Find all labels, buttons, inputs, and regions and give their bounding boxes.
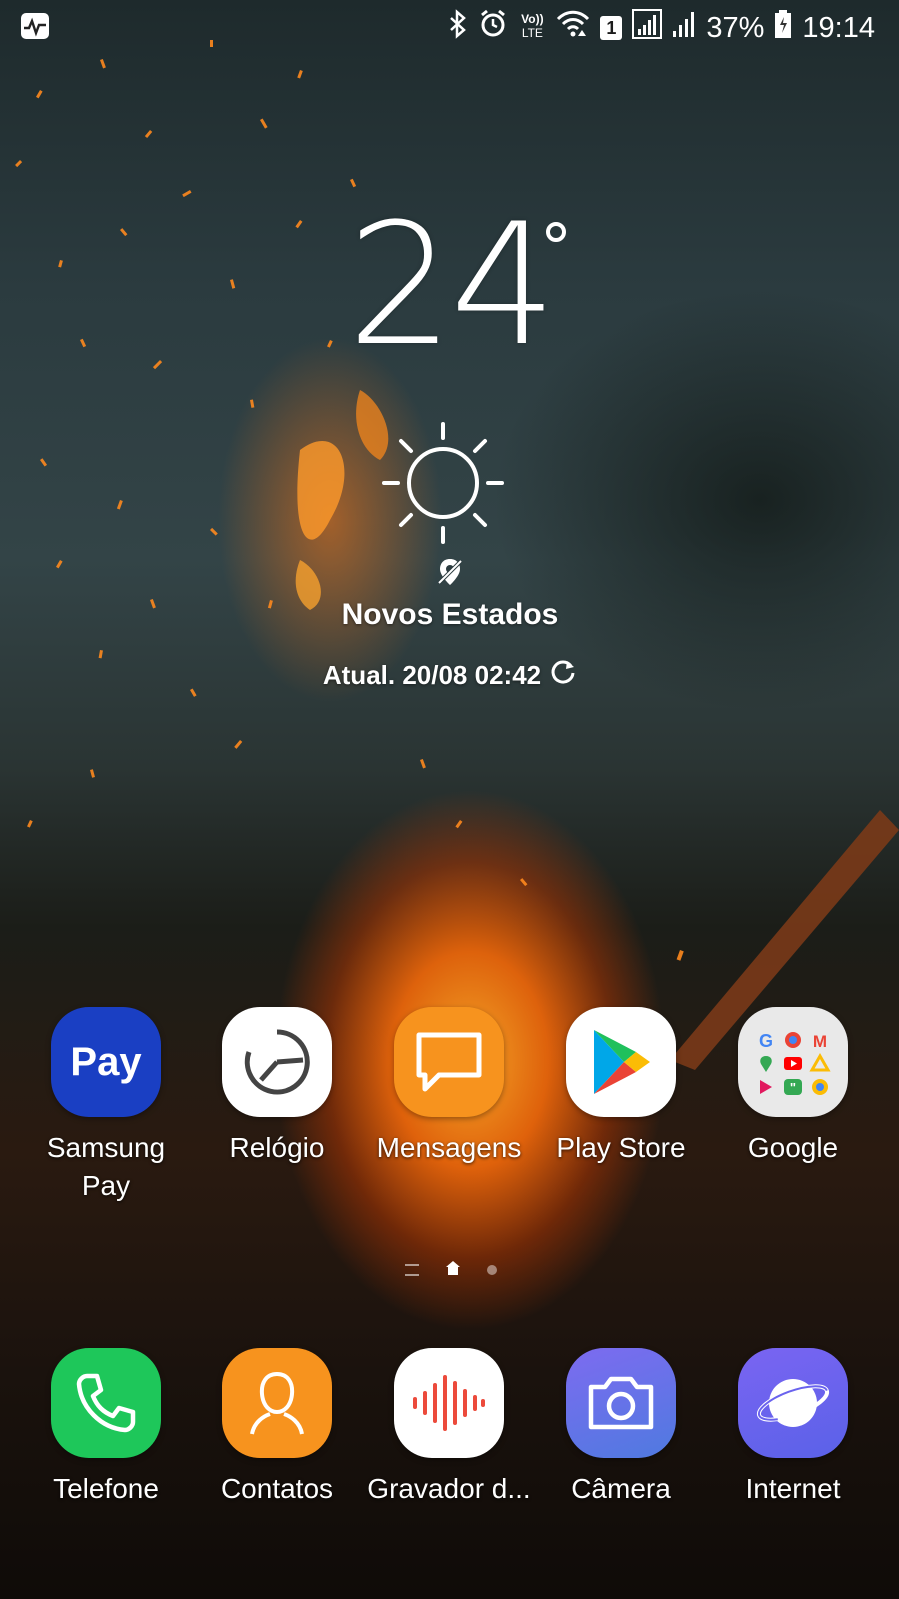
- camera-icon: [566, 1348, 676, 1458]
- phone-icon: [51, 1348, 161, 1458]
- app-samsung-pay[interactable]: Pay Samsung Pay: [21, 1007, 191, 1205]
- signal-icon: [672, 9, 696, 47]
- battery-percent: 37%: [706, 12, 765, 44]
- page-indicator[interactable]: [386, 1260, 516, 1280]
- dock-camera[interactable]: Câmera: [536, 1348, 706, 1508]
- google-folder-icon: G M ": [738, 1007, 848, 1117]
- sun-icon: [382, 422, 504, 544]
- app-google-folder[interactable]: G M " Google: [708, 1007, 878, 1167]
- app-label: Samsung Pay: [46, 1132, 166, 1201]
- app-label: Google: [747, 1132, 839, 1163]
- play-store-icon: [566, 1007, 676, 1117]
- status-icons: Vo)) LTE 1 37% 19:14: [448, 9, 875, 47]
- status-bar: Vo)) LTE 1 37% 19:14: [0, 0, 899, 56]
- app-label: Internet: [745, 1473, 841, 1504]
- location-off-icon: [437, 559, 463, 585]
- dock-internet[interactable]: Internet: [708, 1348, 878, 1508]
- weather-widget[interactable]: 24 Novos Estados Atual. 20/08 02:42: [280, 200, 620, 720]
- messages-icon: [394, 1007, 504, 1117]
- svg-text:M: M: [813, 1032, 827, 1051]
- app-label: Contatos: [220, 1473, 334, 1504]
- app-label: Play Store: [556, 1132, 686, 1163]
- bluetooth-icon: [448, 9, 468, 47]
- page-indicator-home-icon[interactable]: [445, 1260, 461, 1281]
- page-indicator-list-icon[interactable]: [405, 1264, 419, 1276]
- weather-city: Novos Estados: [341, 598, 559, 631]
- volte-icon: Vo)) LTE: [518, 12, 546, 44]
- dock-telefone[interactable]: Telefone: [21, 1348, 191, 1508]
- app-relogio[interactable]: Relógio: [192, 1007, 362, 1167]
- voice-recorder-icon: [394, 1348, 504, 1458]
- app-label: Relógio: [229, 1132, 325, 1163]
- svg-text:": ": [790, 1080, 796, 1095]
- clock-icon: [222, 1007, 332, 1117]
- volte-top-label: Vo)): [521, 12, 544, 26]
- svg-text:G: G: [759, 1031, 773, 1051]
- volte-bottom-label: LTE: [521, 26, 543, 40]
- contacts-icon: [222, 1348, 332, 1458]
- app-label: Telefone: [53, 1473, 159, 1504]
- samsung-pay-icon-text: Pay: [70, 1039, 142, 1084]
- weather-updated: Atual. 20/08 02:42: [280, 658, 620, 693]
- clock-time: 19:14: [802, 12, 875, 44]
- weather-updated-text: Atual. 20/08 02:42: [322, 660, 542, 690]
- app-mensagens[interactable]: Mensagens: [364, 1007, 534, 1167]
- dock-gravador[interactable]: Gravador d...: [364, 1348, 534, 1508]
- app-label: Gravador d...: [367, 1473, 531, 1504]
- internet-icon: [738, 1348, 848, 1458]
- page-indicator-dot[interactable]: [487, 1265, 497, 1275]
- app-play-store[interactable]: Play Store: [536, 1007, 706, 1167]
- degree-icon: [546, 222, 566, 242]
- home-screen: Vo)) LTE 1 37% 19:14 24 Novos Estados At…: [0, 0, 899, 1599]
- dock-contatos[interactable]: Contatos: [192, 1348, 362, 1508]
- wifi-icon: [556, 10, 590, 46]
- health-monitor-icon[interactable]: [20, 12, 50, 48]
- battery-icon: [774, 9, 792, 47]
- sim-1-icon: 1: [600, 16, 623, 40]
- app-label: Mensagens: [376, 1132, 522, 1163]
- signal-icon: [632, 9, 663, 47]
- samsung-pay-icon: Pay: [51, 1007, 161, 1117]
- alarm-icon: [478, 9, 508, 47]
- refresh-icon[interactable]: [549, 658, 577, 693]
- app-label: Câmera: [571, 1473, 671, 1504]
